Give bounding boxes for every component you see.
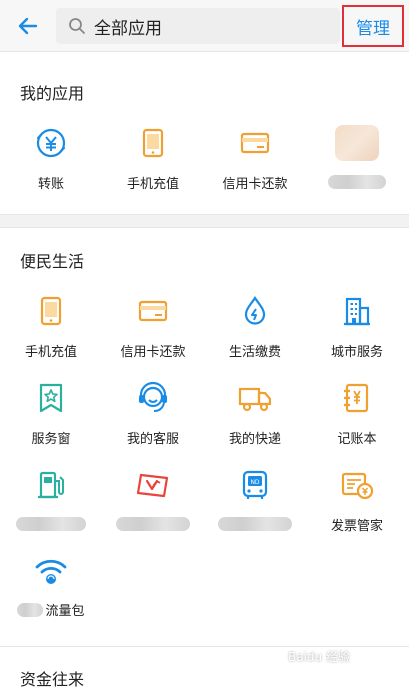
app-obscured[interactable] xyxy=(306,125,408,205)
app-label: 城市服务 xyxy=(330,345,383,360)
obscured-label xyxy=(17,602,44,617)
obscured-label xyxy=(16,517,86,531)
wifi-data-icon xyxy=(33,554,69,590)
app-service-window[interactable]: 服务窗 xyxy=(0,380,102,460)
customer-service-icon xyxy=(135,380,171,416)
section-divider xyxy=(0,214,409,228)
watermark: Baidu 经验 xyxy=(288,650,350,664)
app-credit-card[interactable]: 信用卡还款 xyxy=(102,293,204,373)
section-divider xyxy=(0,646,409,647)
top-bar: 全部应用 管理 xyxy=(0,0,409,52)
transfer-icon xyxy=(33,125,69,161)
ledger-icon xyxy=(339,380,375,416)
manage-label: 管理 xyxy=(356,18,390,39)
delivery-truck-icon xyxy=(237,380,273,416)
app-label: 记账本 xyxy=(337,432,377,447)
app-label: 转账 xyxy=(37,177,64,192)
app-ledger[interactable]: 记账本 xyxy=(306,380,408,460)
section-title-funds: 资金往来 xyxy=(20,670,85,689)
app-label: 信用卡还款 xyxy=(222,177,288,192)
back-button[interactable] xyxy=(14,12,42,40)
app-label: 发票管家 xyxy=(330,519,383,534)
utility-drop-icon xyxy=(237,293,273,329)
app-delivery[interactable]: 我的快递 xyxy=(204,380,306,460)
search-icon xyxy=(66,15,88,37)
obscured-label xyxy=(218,517,292,531)
phone-topup-icon xyxy=(135,125,171,161)
svg-text:ND: ND xyxy=(250,479,259,486)
app-credit-card[interactable]: 信用卡还款 xyxy=(204,125,306,205)
service-window-icon xyxy=(33,380,69,416)
app-label: 手机充值 xyxy=(126,177,179,192)
app-utility[interactable]: 生活缴费 xyxy=(204,293,306,373)
section-title-life: 便民生活 xyxy=(20,252,85,271)
app-label: 手机充值 xyxy=(24,345,77,360)
phone-topup-icon xyxy=(33,293,69,329)
app-label: 信用卡还款 xyxy=(120,345,186,360)
app-obscured-3[interactable]: ND xyxy=(204,467,306,547)
fuel-station-icon xyxy=(33,467,69,503)
app-obscured-1[interactable] xyxy=(0,467,102,547)
app-label: 服务窗 xyxy=(31,432,71,447)
search-text: 全部应用 xyxy=(94,18,162,39)
arrow-left-icon xyxy=(18,17,38,35)
app-phone-topup[interactable]: 手机充值 xyxy=(102,125,204,205)
obscured-app-icon xyxy=(335,125,379,161)
app-label: 流量包 xyxy=(45,604,85,619)
search-input[interactable]: 全部应用 xyxy=(56,8,340,44)
manage-button[interactable]: 管理 xyxy=(342,5,404,47)
app-obscured-2[interactable] xyxy=(102,467,204,547)
app-data-pack[interactable]: 流量包 xyxy=(0,554,102,634)
app-label: 我的快递 xyxy=(228,432,281,447)
credit-card-icon xyxy=(237,125,273,161)
app-label: 生活缴费 xyxy=(228,345,281,360)
app-label: 我的客服 xyxy=(126,432,179,447)
app-phone-topup[interactable]: 手机充值 xyxy=(0,293,102,373)
section-title-my-apps: 我的应用 xyxy=(20,84,85,103)
app-transfer[interactable]: 转账 xyxy=(0,125,102,205)
obscured-label xyxy=(116,517,190,531)
credit-card-icon xyxy=(135,293,171,329)
app-city-service[interactable]: 城市服务 xyxy=(306,293,408,373)
app-customer-service[interactable]: 我的客服 xyxy=(102,380,204,460)
city-building-icon xyxy=(339,293,375,329)
app-invoice[interactable]: 发票管家 xyxy=(306,467,408,547)
vip-card-icon xyxy=(135,467,171,503)
invoice-icon xyxy=(339,467,375,503)
obscured-label xyxy=(328,175,386,189)
bus-icon: ND xyxy=(237,467,273,503)
